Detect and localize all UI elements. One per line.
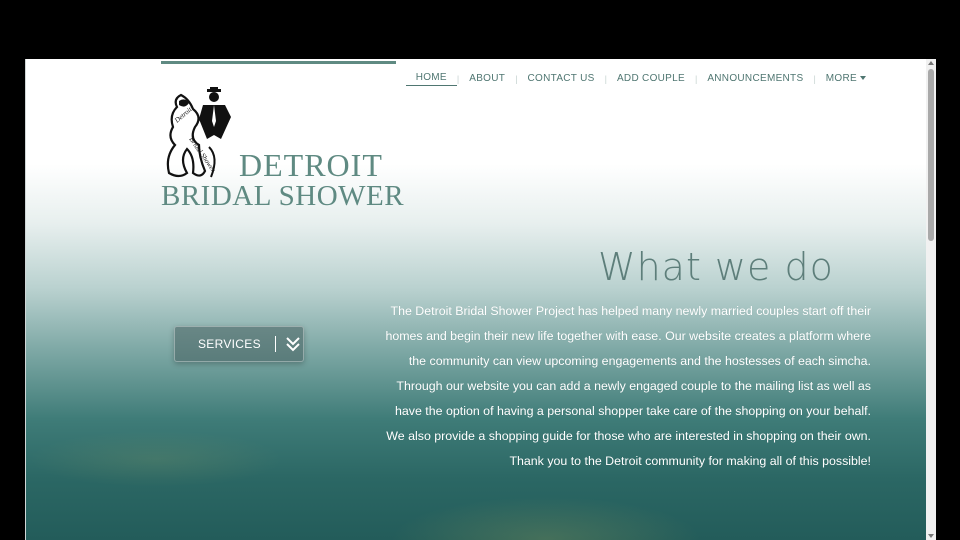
- paragraph-line: We also provide a shopping guide for tho…: [386, 429, 871, 443]
- paragraph-line: homes and begin their new life together …: [385, 329, 871, 343]
- caret-down-icon: [860, 75, 866, 80]
- scroll-up-arrow-icon[interactable]: [928, 61, 934, 65]
- paragraph-line: The Detroit Bridal Shower Project has he…: [390, 304, 871, 318]
- double-chevron-down-icon: [286, 337, 300, 352]
- button-divider: [274, 336, 276, 352]
- nav-home[interactable]: HOME: [405, 71, 457, 86]
- paragraph-line: have the option of having a personal sho…: [395, 404, 871, 418]
- header-accent-bar: [161, 61, 396, 64]
- paragraph-line: Through our website you can add a newly …: [396, 379, 871, 393]
- nav-contact-us[interactable]: CONTACT US: [518, 72, 605, 86]
- scrollbar-thumb[interactable]: [928, 69, 934, 241]
- services-button-label: SERVICES: [198, 337, 261, 351]
- nav-about[interactable]: ABOUT: [459, 72, 515, 86]
- services-button[interactable]: SERVICES: [174, 326, 304, 362]
- about-paragraph: The Detroit Bridal Shower Project has he…: [351, 299, 871, 474]
- nav-more-label: MORE: [825, 72, 857, 84]
- nav-announcements[interactable]: ANNOUNCEMENTS: [697, 72, 813, 86]
- main-nav: HOME | ABOUT | CONTACT US | ADD COUPLE |…: [405, 71, 876, 86]
- browser-viewport: Detroit Bridal Shower DETROIT BRIDAL SHO…: [25, 59, 936, 540]
- scroll-down-arrow-icon[interactable]: [928, 534, 934, 538]
- paragraph-line: the community can view upcoming engageme…: [408, 354, 871, 368]
- nav-add-couple[interactable]: ADD COUPLE: [607, 72, 695, 86]
- section-heading: What we do: [598, 245, 834, 289]
- brand-title-line2: BRIDAL SHOWER: [161, 180, 405, 212]
- paragraph-line: Thank you to the Detroit community for m…: [509, 454, 871, 468]
- brand-title-line1: DETROIT: [239, 147, 383, 183]
- vertical-scrollbar[interactable]: [926, 59, 936, 540]
- nav-more[interactable]: MORE: [816, 72, 876, 86]
